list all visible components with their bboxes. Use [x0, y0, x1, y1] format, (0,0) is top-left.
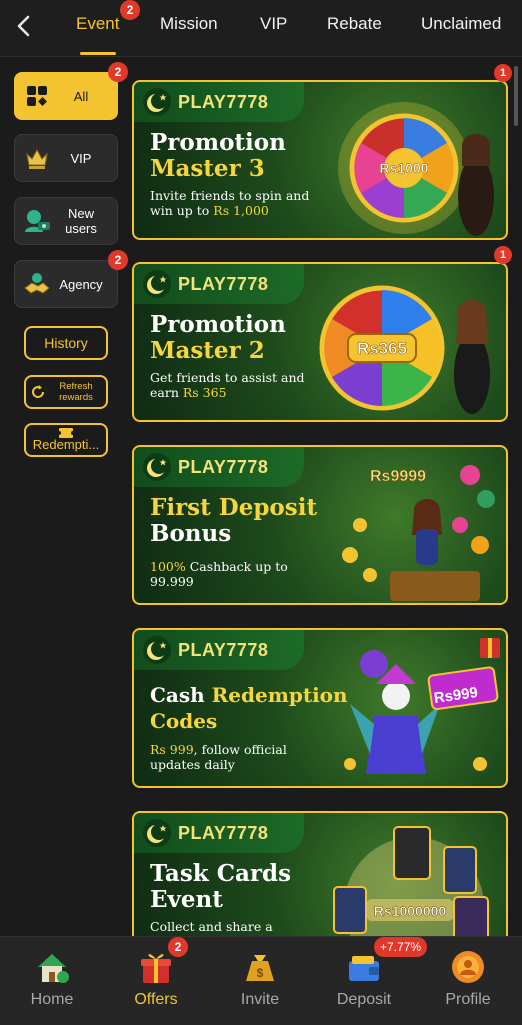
sidebar-item-all[interactable]: All — [14, 72, 118, 120]
sidebar-item-label: New users — [65, 206, 97, 236]
sidebar-item-agency[interactable]: Agency — [14, 260, 118, 308]
banner-title: Task Cards Event — [150, 860, 292, 913]
redemption-button[interactable]: Redempti... — [24, 423, 108, 457]
money-bag-icon: $ — [246, 955, 274, 981]
banner-description: Get friends to assist and earn Rs 365 — [150, 370, 305, 400]
crown-icon — [23, 144, 51, 172]
tab-unclaimed[interactable]: Unclaimed — [421, 14, 501, 34]
nav-label: Offers — [134, 991, 178, 1008]
nav-label: Deposit — [336, 991, 392, 1008]
sidebar-all-badge: 2 — [108, 62, 128, 82]
deposit-bonus-illustration: Rs9999 — [342, 465, 495, 601]
nav-offers-badge: 2 — [168, 937, 188, 957]
wheel-prize-label: Rs365 — [357, 339, 407, 358]
tab-vip[interactable]: VIP — [260, 14, 287, 34]
brand-header: PLAY7778 — [134, 447, 304, 487]
brand-name: PLAY7778 — [178, 639, 269, 660]
nav-label: Invite — [240, 991, 280, 1008]
nav-label: Home — [30, 991, 74, 1008]
nav-profile[interactable]: Profile — [416, 937, 520, 1025]
active-tab-indicator — [80, 52, 116, 55]
nav-label: Profile — [445, 991, 491, 1008]
prize-wheel-illustration: Rs1000 — [338, 102, 494, 236]
banner-description: Rs 999, follow official updates daily — [150, 742, 287, 772]
brand-header: PLAY7778 — [134, 813, 304, 853]
nav-invite[interactable]: $ Invite — [208, 937, 312, 1025]
tab-event-badge: 2 — [120, 0, 140, 20]
nav-home[interactable]: Home — [0, 937, 104, 1025]
banner-1-badge: 1 — [494, 64, 512, 82]
banner-title: Cash Redemption Codes — [150, 683, 348, 733]
brand-header: PLAY7778 — [134, 82, 304, 122]
refresh-rewards-label: Refresh rewards — [59, 381, 93, 403]
brand-name: PLAY7778 — [178, 91, 269, 112]
tab-rebate[interactable]: Rebate — [327, 14, 382, 34]
nav-offers[interactable]: Offers — [104, 937, 208, 1025]
redemption-label: Redempti... — [32, 437, 100, 452]
brand-name: PLAY7778 — [178, 273, 269, 294]
history-button[interactable]: History — [24, 326, 108, 360]
cash-redemption-codes-banner[interactable]: PLAY7778 Cash Redemption Codes Rs 999, fo… — [132, 628, 508, 788]
crescent-star-logo-icon — [143, 636, 171, 664]
sidebar-item-label: VIP — [70, 150, 92, 166]
chevron-left-icon — [17, 15, 30, 37]
crescent-star-logo-icon — [143, 88, 171, 116]
sidebar-item-label: Agency — [59, 276, 103, 292]
handshake-icon — [23, 270, 51, 298]
sidebar-item-new-users[interactable]: New users — [14, 197, 118, 245]
banner-title: Promotion Master 2 — [150, 311, 286, 364]
svg-text:$: $ — [257, 966, 264, 980]
tab-event[interactable]: Event — [76, 14, 119, 34]
prize-wheel-illustration: Rs365 — [319, 285, 490, 414]
deposit-prize-label: Rs9999 — [370, 468, 426, 485]
scrollbar[interactable] — [514, 66, 518, 126]
banner-description: Collect and share a — [150, 919, 273, 934]
bottom-navigation: Home Offers 2 $ Invite Deposit +7.77% Pr… — [0, 936, 522, 1025]
brand-header: PLAY7778 — [134, 630, 304, 670]
banner-title: First Deposit Bonus — [150, 494, 318, 547]
crescent-star-logo-icon — [143, 453, 171, 481]
promotion-master-2-banner[interactable]: PLAY7778 Promotion Master 2 Get friends t… — [132, 262, 508, 422]
crescent-star-logo-icon — [143, 819, 171, 847]
brand-header: PLAY7778 — [134, 264, 304, 304]
wheel-prize-label: Rs1000 — [379, 160, 428, 176]
brand-name: PLAY7778 — [178, 456, 269, 477]
crescent-star-logo-icon — [143, 270, 171, 298]
new-user-icon — [23, 207, 51, 235]
sidebar-item-vip[interactable]: VIP — [14, 134, 118, 182]
banner-title: Promotion Master 3 — [150, 129, 286, 182]
sidebar-agency-badge: 2 — [108, 250, 128, 270]
first-deposit-bonus-banner[interactable]: PLAY7778 First Deposit Bonus 100% Cashbac… — [132, 445, 508, 605]
back-button[interactable] — [10, 12, 38, 40]
grid-icon — [23, 82, 51, 110]
task-prize-label: Rs1000000 — [374, 903, 447, 919]
promotion-master-3-banner[interactable]: PLAY7778 Promotion Master 3 Invite friend… — [132, 80, 508, 240]
joker-illustration: Rs999 — [344, 638, 500, 774]
profile-coin-icon — [452, 951, 484, 983]
banner-description: 100% Cashback up to 99.999 — [150, 559, 288, 589]
home-icon — [38, 954, 69, 983]
banner-description: Invite friends to spin and win up to Rs … — [150, 188, 310, 218]
refresh-icon — [32, 385, 45, 398]
refresh-rewards-button[interactable]: Refresh rewards — [24, 375, 108, 409]
banner-2-badge: 1 — [494, 246, 512, 264]
brand-name: PLAY7778 — [178, 822, 269, 843]
top-tab-bar: Event 2 Mission VIP Rebate Unclaimed — [0, 0, 522, 57]
tab-mission[interactable]: Mission — [160, 14, 218, 34]
sidebar-item-label: All — [73, 88, 89, 104]
